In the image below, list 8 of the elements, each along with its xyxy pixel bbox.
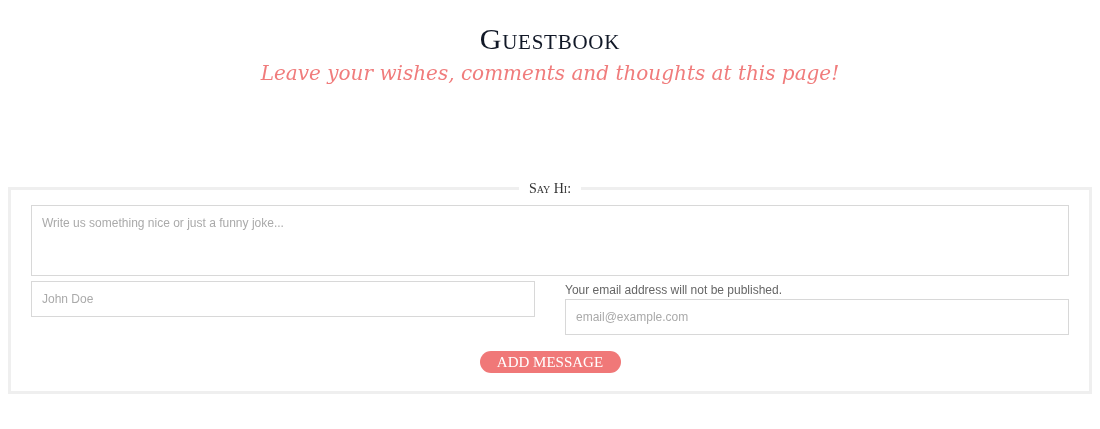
- message-field[interactable]: Write us something nice or just a funny joke...: [31, 205, 1069, 276]
- email-note: Your email address will not be published.: [565, 282, 784, 298]
- add-message-button[interactable]: ADD MESSAGE: [479, 351, 621, 373]
- name-field[interactable]: John Doe: [31, 281, 535, 317]
- form-legend: Say Hi:: [518, 178, 582, 199]
- page-subtitle: Leave your wishes, comments and thoughts at this page!: [260, 60, 840, 87]
- email-field[interactable]: email@example.com: [565, 299, 1069, 335]
- page-title: Guestbook: [479, 22, 621, 56]
